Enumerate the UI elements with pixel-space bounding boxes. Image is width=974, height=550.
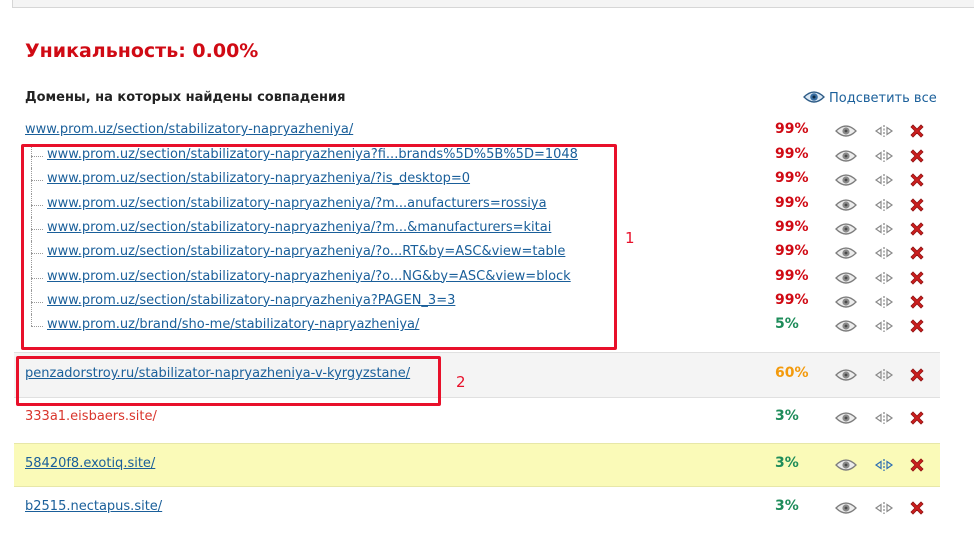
eye-icon[interactable]: [835, 271, 857, 285]
eye-icon[interactable]: [835, 501, 857, 515]
match-percent: 99%: [775, 291, 809, 308]
match-percent: 99%: [775, 243, 809, 260]
eye-icon: [803, 89, 825, 108]
delete-x-icon[interactable]: [909, 367, 925, 383]
domain-row: b2515.nectapus.site/3%: [14, 486, 940, 530]
match-percent: 99%: [775, 267, 809, 284]
domains-header: Домены, на которых найдены совпадения: [25, 90, 346, 105]
delete-x-icon[interactable]: [909, 270, 925, 286]
eye-icon[interactable]: [835, 124, 857, 138]
eye-icon[interactable]: [835, 246, 857, 260]
delete-x-icon[interactable]: [909, 221, 925, 237]
compare-arrows-icon[interactable]: [874, 271, 894, 285]
domain-url-link[interactable]: 333a1.eisbaers.site/: [25, 409, 157, 424]
domain-url-link[interactable]: www.prom.uz/section/stabilizatory-naprya…: [25, 122, 353, 137]
annotation-number-1: 1: [625, 229, 635, 247]
delete-x-icon[interactable]: [909, 197, 925, 213]
match-percent: 99%: [775, 218, 809, 235]
annotation-number-2: 2: [456, 373, 466, 391]
match-percent: 3%: [775, 455, 799, 471]
delete-x-icon[interactable]: [909, 148, 925, 164]
delete-x-icon[interactable]: [909, 245, 925, 261]
eye-icon[interactable]: [835, 319, 857, 333]
eye-icon[interactable]: [835, 295, 857, 309]
compare-arrows-icon[interactable]: [874, 411, 894, 425]
eye-icon[interactable]: [835, 368, 857, 382]
top-panel: [12, 0, 974, 8]
eye-icon[interactable]: [835, 173, 857, 187]
delete-x-icon[interactable]: [909, 172, 925, 188]
delete-x-icon[interactable]: [909, 123, 925, 139]
compare-arrows-icon[interactable]: [874, 501, 894, 515]
compare-arrows-icon[interactable]: [874, 198, 894, 212]
delete-x-icon[interactable]: [909, 457, 925, 473]
highlight-all-label: Подсветить все: [829, 91, 937, 106]
compare-arrows-icon[interactable]: [874, 368, 894, 382]
domain-url-link[interactable]: 58420f8.exotiq.site/: [25, 456, 155, 471]
compare-arrows-icon[interactable]: [874, 173, 894, 187]
highlight-all-link[interactable]: Подсветить все: [803, 89, 937, 108]
eye-icon[interactable]: [835, 149, 857, 163]
match-percent: 99%: [775, 170, 809, 187]
delete-x-icon[interactable]: [909, 500, 925, 516]
annotation-box-2: [16, 356, 441, 406]
eye-icon[interactable]: [835, 411, 857, 425]
domain-url-link[interactable]: b2515.nectapus.site/: [25, 499, 162, 514]
compare-arrows-icon[interactable]: [874, 222, 894, 236]
compare-arrows-icon[interactable]: [874, 246, 894, 260]
compare-arrows-icon[interactable]: [874, 319, 894, 333]
domain-row: 58420f8.exotiq.site/3%: [14, 443, 940, 487]
match-percent: 99%: [775, 121, 809, 137]
delete-x-icon[interactable]: [909, 318, 925, 334]
uniqueness-title: Уникальность: 0.00%: [25, 40, 259, 62]
delete-x-icon[interactable]: [909, 294, 925, 310]
delete-x-icon[interactable]: [909, 410, 925, 426]
match-percent: 99%: [775, 146, 809, 162]
match-percent: 3%: [775, 498, 799, 514]
eye-icon[interactable]: [835, 198, 857, 212]
eye-icon[interactable]: [835, 458, 857, 472]
annotation-box-1: [21, 144, 617, 350]
compare-arrows-icon[interactable]: [874, 295, 894, 309]
compare-arrows-icon[interactable]: [874, 458, 894, 472]
eye-icon[interactable]: [835, 222, 857, 236]
match-percent: 99%: [775, 194, 809, 211]
match-percent: 5%: [775, 316, 799, 333]
compare-arrows-icon[interactable]: [874, 149, 894, 163]
match-percent: 60%: [775, 365, 809, 381]
domain-row: www.prom.uz/section/stabilizatory-naprya…: [14, 119, 940, 143]
compare-arrows-icon[interactable]: [874, 124, 894, 138]
match-percent: 3%: [775, 408, 799, 424]
